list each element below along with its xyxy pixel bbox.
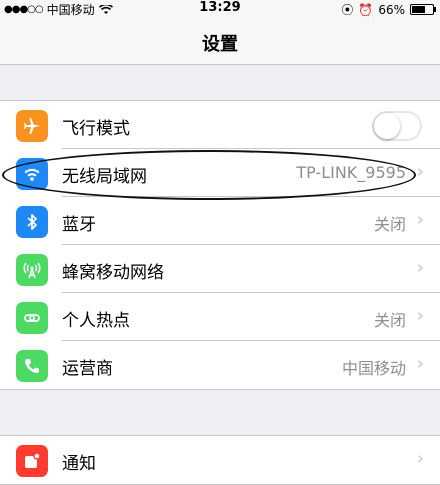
row-label: 无线局域网 (62, 167, 147, 187)
row-label: 蜂窝移动网络 (62, 263, 164, 283)
chevron-right-icon: › (416, 305, 424, 326)
chevron-right-icon: › (416, 161, 424, 182)
hotspot-icon (16, 302, 48, 334)
airplane-mode-toggle[interactable] (372, 111, 422, 141)
hotspot-status-value: 关闭 (373, 311, 406, 330)
chevron-right-icon: › (416, 448, 424, 469)
carrier-value: 中国移动 (341, 359, 406, 378)
settings-group-notifications: 通知 › (0, 435, 440, 485)
row-personal-hotspot[interactable]: 个人热点 关闭 › (0, 293, 440, 341)
row-carrier[interactable]: 运营商 中国移动 › (0, 341, 440, 389)
row-wifi[interactable]: 无线局域网 TP-LINK_9595 › (0, 149, 440, 197)
row-label: 个人热点 (62, 311, 130, 331)
row-bluetooth[interactable]: 蓝牙 关闭 › (0, 197, 440, 245)
row-label: 通知 (62, 454, 96, 474)
wifi-icon (16, 158, 48, 190)
row-notifications[interactable]: 通知 › (0, 436, 440, 484)
orientation-lock-icon: ⦿ (341, 3, 354, 17)
phone-icon (16, 350, 48, 382)
row-cellular[interactable]: 蜂窝移动网络 › (0, 245, 440, 293)
alarm-icon: ⏰ (358, 2, 374, 17)
airplane-icon (16, 110, 48, 142)
page-title: 设置 (202, 34, 238, 55)
row-label: 运营商 (62, 359, 113, 379)
battery-icon (410, 4, 436, 15)
row-label: 飞行模式 (62, 119, 130, 139)
notifications-icon (16, 445, 48, 477)
chevron-right-icon: › (416, 257, 424, 278)
navigation-bar: 设置 (0, 18, 440, 65)
bluetooth-icon (16, 206, 48, 238)
battery-percent: 66% (378, 2, 405, 17)
row-label: 蓝牙 (62, 215, 96, 235)
status-bar: ●●●○○ 中国移动 13:29 ⦿ ⏰ 66% (0, 0, 440, 18)
bluetooth-status-value: 关闭 (373, 215, 406, 234)
settings-group-connectivity: 飞行模式 无线局域网 TP-LINK_9595 › 蓝牙 关闭 › 蜂窝移动网络… (0, 100, 440, 390)
cellular-icon (16, 254, 48, 286)
toggle-knob (374, 113, 400, 139)
row-airplane-mode[interactable]: 飞行模式 (0, 101, 440, 149)
chevron-right-icon: › (416, 353, 424, 374)
wifi-network-value: TP-LINK_9595 (296, 163, 406, 182)
chevron-right-icon: › (416, 209, 424, 230)
